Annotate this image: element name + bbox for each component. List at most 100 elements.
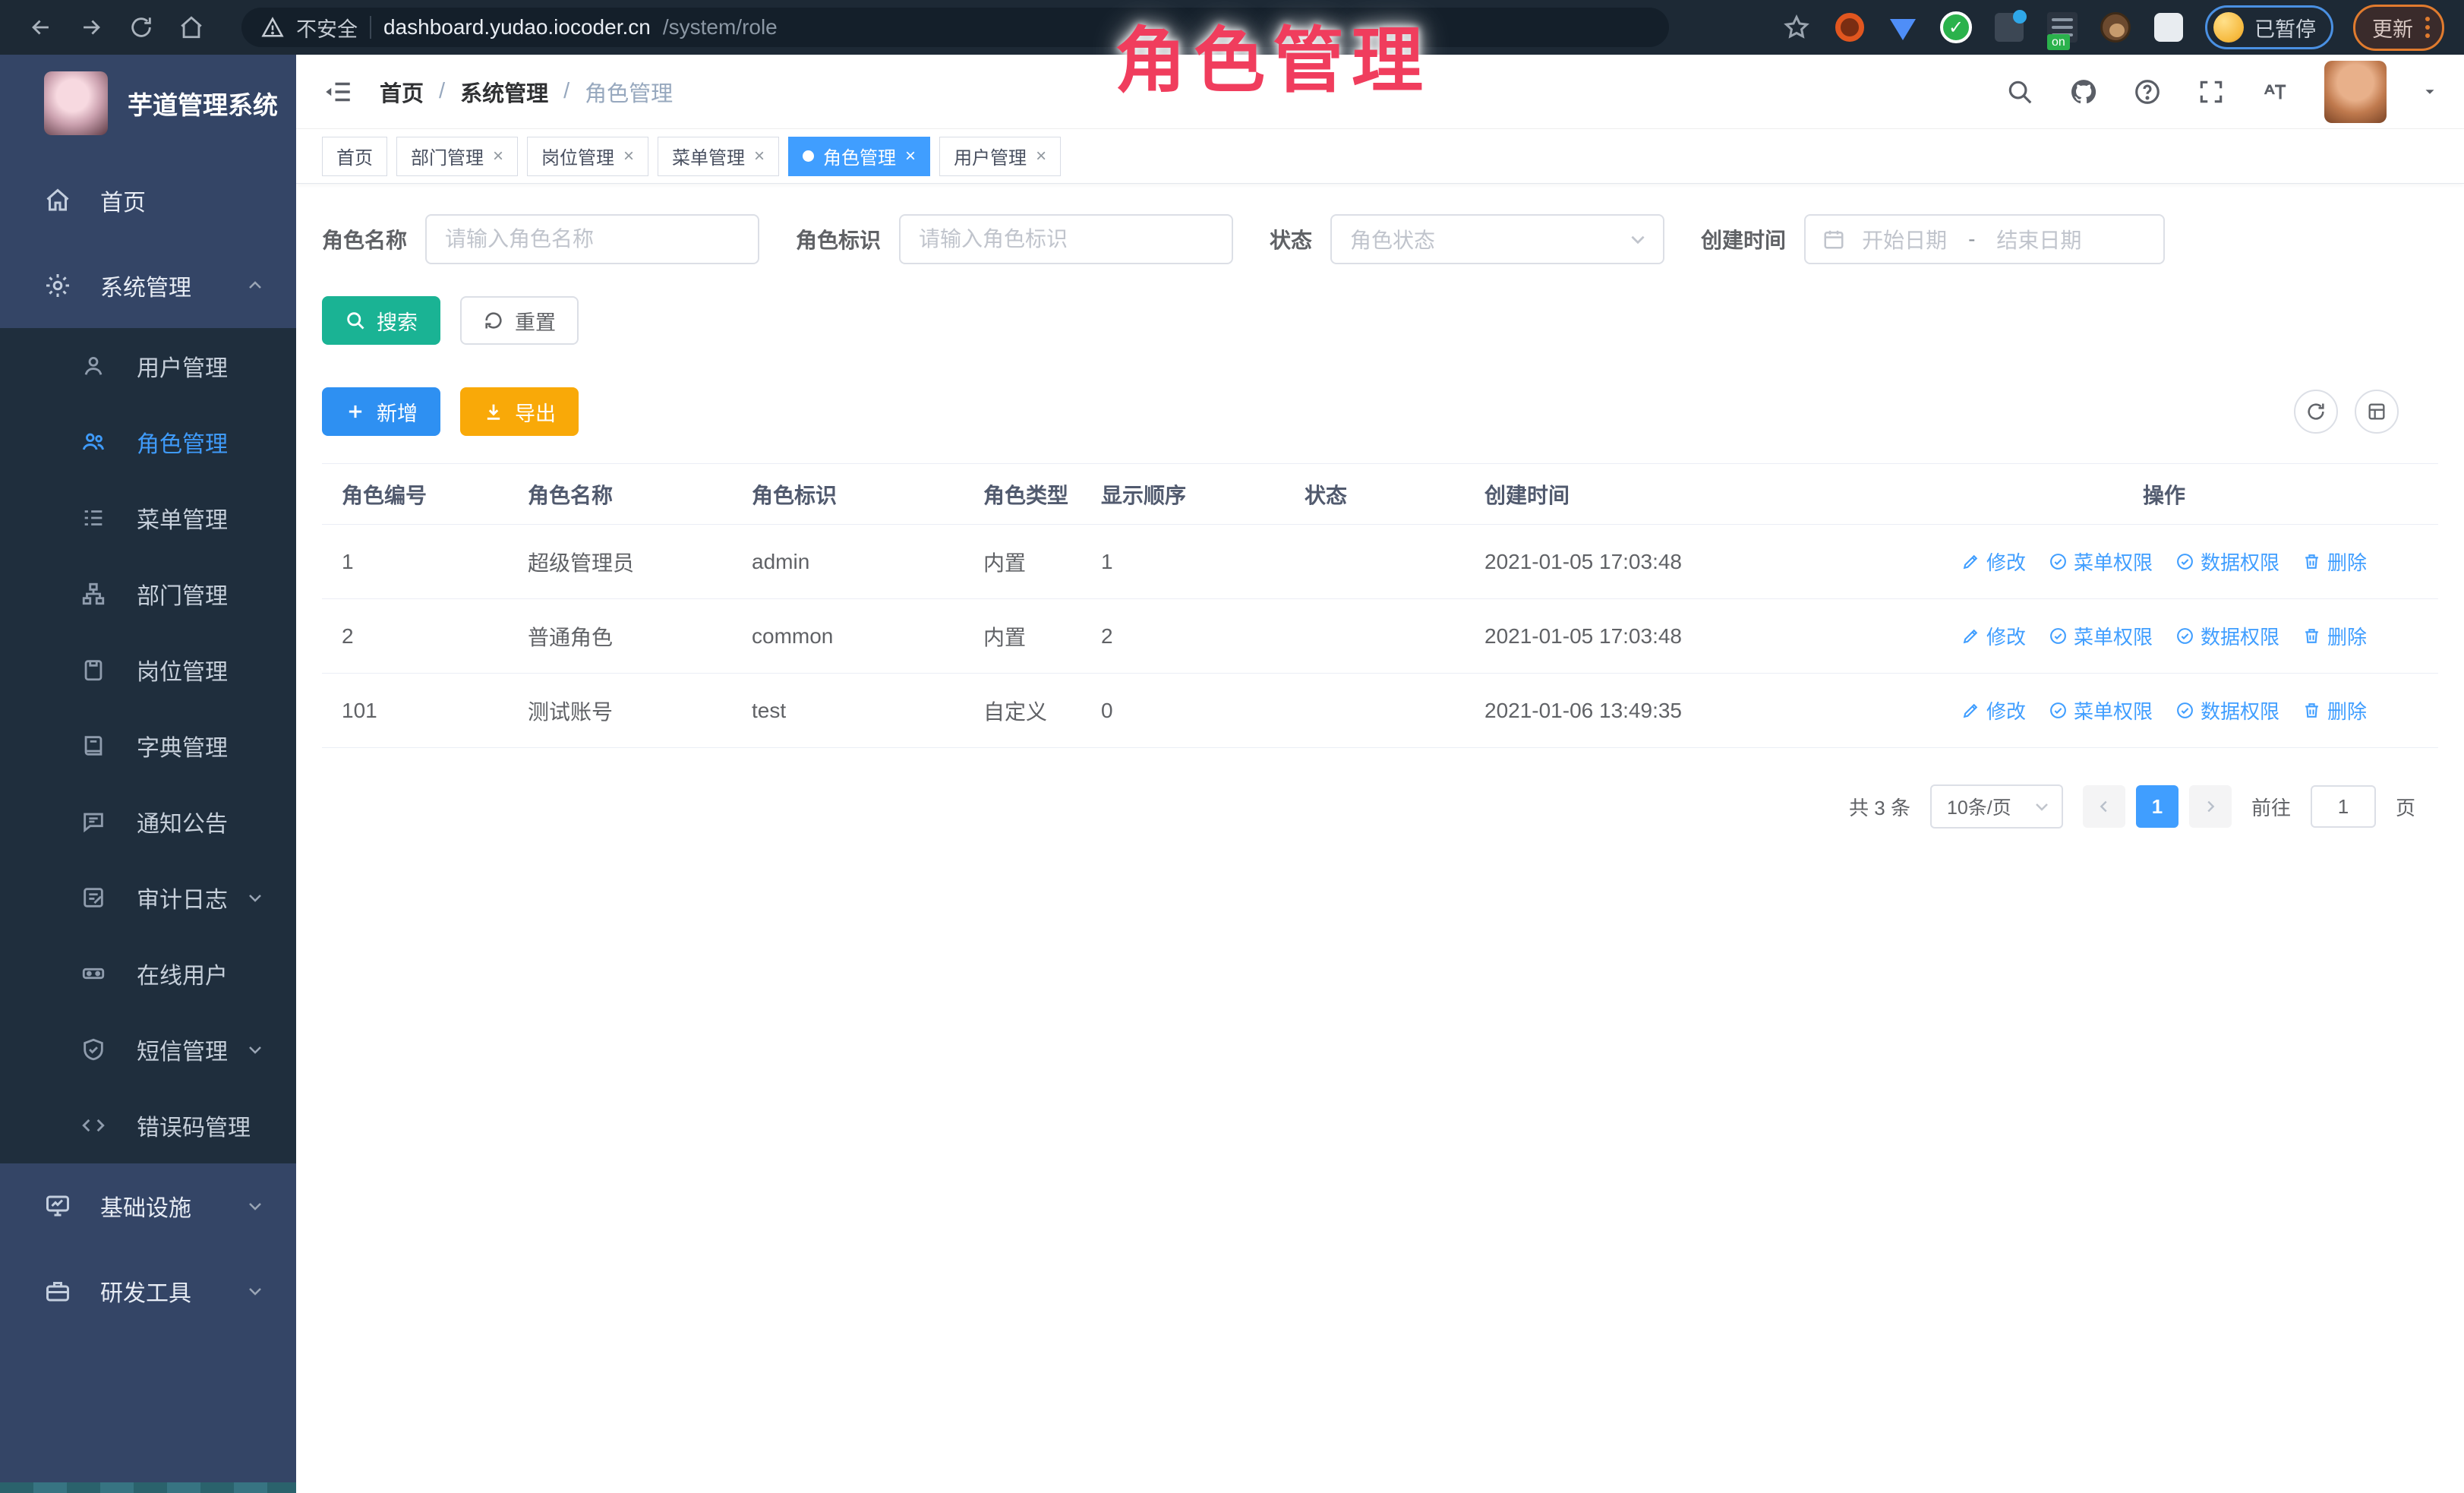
search-icon[interactable] xyxy=(2005,77,2034,106)
reset-button[interactable]: 重置 xyxy=(460,296,579,345)
chevron-down-icon xyxy=(1628,229,1648,249)
status-select[interactable]: 角色状态 xyxy=(1330,214,1664,264)
sidebar-item-infrastructure[interactable]: 基础设施 xyxy=(0,1163,296,1248)
delete-link[interactable]: 删除 xyxy=(2302,622,2367,650)
sidebar-item-dev-tools[interactable]: 研发工具 xyxy=(0,1248,296,1334)
bookmark-star-icon[interactable] xyxy=(1780,11,1813,44)
delete-link[interactable]: 删除 xyxy=(2302,548,2367,576)
github-icon[interactable] xyxy=(2069,77,2098,106)
add-button[interactable]: 新增 xyxy=(322,387,440,436)
browser-menu-icon[interactable] xyxy=(2425,17,2430,38)
circle-check-icon xyxy=(2049,701,2068,720)
column-settings-button[interactable] xyxy=(2355,390,2399,434)
sidebar-item-menus[interactable]: 菜单管理 xyxy=(0,480,296,556)
header-actions xyxy=(2005,61,2438,123)
sidebar-item-roles[interactable]: 角色管理 xyxy=(0,404,296,480)
data-permission-link[interactable]: 数据权限 xyxy=(2175,622,2279,650)
browser-reload-icon[interactable] xyxy=(120,6,162,49)
browser-home-icon[interactable] xyxy=(170,6,213,49)
role-key-input[interactable] xyxy=(899,214,1233,264)
browser-back-icon[interactable] xyxy=(20,6,62,49)
toolbox-icon xyxy=(44,1277,71,1305)
menu-permission-link[interactable]: 菜单权限 xyxy=(2049,622,2153,650)
sidebar-item-online-users[interactable]: 在线用户 xyxy=(0,936,296,1012)
breadcrumb-current: 角色管理 xyxy=(585,76,673,108)
font-size-icon[interactable] xyxy=(2261,77,2289,106)
refresh-table-button[interactable] xyxy=(2294,390,2338,434)
sidebar-item-sms[interactable]: 短信管理 xyxy=(0,1012,296,1087)
sidebar-item-home[interactable]: 首页 xyxy=(0,158,296,243)
trash-icon xyxy=(2302,701,2321,720)
user-icon xyxy=(80,353,106,379)
sidebar-item-system[interactable]: 系统管理 xyxy=(0,243,296,328)
close-icon[interactable]: × xyxy=(1036,147,1046,166)
extension-grid-icon[interactable] xyxy=(1992,11,2026,44)
extension-puzzle-icon[interactable] xyxy=(2152,11,2185,44)
extension-target-icon[interactable] xyxy=(1833,11,1866,44)
create-time-label: 创建时间 xyxy=(1701,224,1786,254)
sidebar-item-notice[interactable]: 通知公告 xyxy=(0,784,296,860)
close-icon[interactable]: × xyxy=(493,147,503,166)
sidebar-item-error-codes[interactable]: 错误码管理 xyxy=(0,1087,296,1163)
browser-forward-icon[interactable] xyxy=(70,6,112,49)
sidebar-item-dict[interactable]: 字典管理 xyxy=(0,708,296,784)
sidebar-item-audit-log[interactable]: 审计日志 xyxy=(0,860,296,936)
close-icon[interactable]: × xyxy=(623,147,634,166)
search-button[interactable]: 搜索 xyxy=(322,296,440,345)
page-number-active[interactable]: 1 xyxy=(2136,785,2178,828)
col-role-name: 角色名称 xyxy=(508,479,732,510)
org-tree-icon xyxy=(80,581,106,607)
data-permission-link[interactable]: 数据权限 xyxy=(2175,696,2279,724)
sidebar-item-users[interactable]: 用户管理 xyxy=(0,328,296,404)
edit-link[interactable]: 修改 xyxy=(1961,622,2026,650)
breadcrumb-system[interactable]: 系统管理 xyxy=(460,76,548,108)
tab-users[interactable]: 用户管理× xyxy=(939,137,1061,176)
export-button[interactable]: 导出 xyxy=(460,387,579,436)
refresh-icon xyxy=(483,310,504,331)
sidebar-fold-icon[interactable] xyxy=(322,76,354,108)
sidebar-item-departments[interactable]: 部门管理 xyxy=(0,556,296,632)
menu-permission-link[interactable]: 菜单权限 xyxy=(2049,696,2153,724)
app-logo-row[interactable]: 芋道管理系统 xyxy=(0,55,296,152)
avatar-caret-down-icon[interactable] xyxy=(2421,84,2438,100)
breadcrumb-home[interactable]: 首页 xyxy=(380,76,424,108)
cell-sort: 2 xyxy=(1081,624,1285,649)
tab-home[interactable]: 首页 xyxy=(322,137,387,176)
next-page-button[interactable] xyxy=(2189,785,2232,828)
tab-menus[interactable]: 菜单管理× xyxy=(658,137,779,176)
menu-permission-link[interactable]: 菜单权限 xyxy=(2049,548,2153,576)
page-size-select[interactable]: 10条/页 xyxy=(1930,784,2063,829)
sidebar-bottom-strip xyxy=(0,1482,296,1493)
profile-paused-pill[interactable]: 已暂停 xyxy=(2205,5,2333,49)
extension-green-check-icon[interactable]: ✓ xyxy=(1939,11,1973,44)
browser-update-button[interactable]: 更新 xyxy=(2353,5,2444,51)
date-range-picker[interactable]: 开始日期 - 结束日期 xyxy=(1804,214,2165,264)
tab-departments[interactable]: 部门管理 × xyxy=(396,137,518,176)
trash-icon xyxy=(2302,627,2321,645)
tab-roles-active[interactable]: 角色管理× xyxy=(788,137,930,176)
close-icon[interactable]: × xyxy=(905,147,916,166)
role-name-input[interactable] xyxy=(425,214,759,264)
extension-monkey-icon[interactable] xyxy=(2099,11,2132,44)
extension-switch-icon[interactable]: on xyxy=(2046,11,2079,44)
goto-page-input[interactable] xyxy=(2311,785,2376,828)
plus-icon xyxy=(345,401,366,422)
edit-link[interactable]: 修改 xyxy=(1961,696,2026,724)
cell-role-name: 普通角色 xyxy=(508,621,732,652)
sidebar-item-posts[interactable]: 岗位管理 xyxy=(0,632,296,708)
fullscreen-icon[interactable] xyxy=(2197,77,2226,106)
role-key-label: 角色标识 xyxy=(796,224,881,254)
edit-link[interactable]: 修改 xyxy=(1961,548,2026,576)
close-icon[interactable]: × xyxy=(754,147,765,166)
tab-label: 部门管理 xyxy=(411,143,484,169)
prev-page-button[interactable] xyxy=(2083,785,2125,828)
user-avatar[interactable] xyxy=(2324,61,2387,123)
data-permission-link[interactable]: 数据权限 xyxy=(2175,548,2279,576)
address-bar[interactable]: 不安全 dashboard.yudao.iocoder.cn/system/ro… xyxy=(241,8,1669,47)
delete-link[interactable]: 删除 xyxy=(2302,696,2367,724)
extension-gem-icon[interactable] xyxy=(1886,11,1920,44)
help-icon[interactable] xyxy=(2133,77,2162,106)
sidebar-item-label: 用户管理 xyxy=(137,349,228,383)
update-label: 更新 xyxy=(2372,13,2413,43)
tab-posts[interactable]: 岗位管理× xyxy=(527,137,648,176)
